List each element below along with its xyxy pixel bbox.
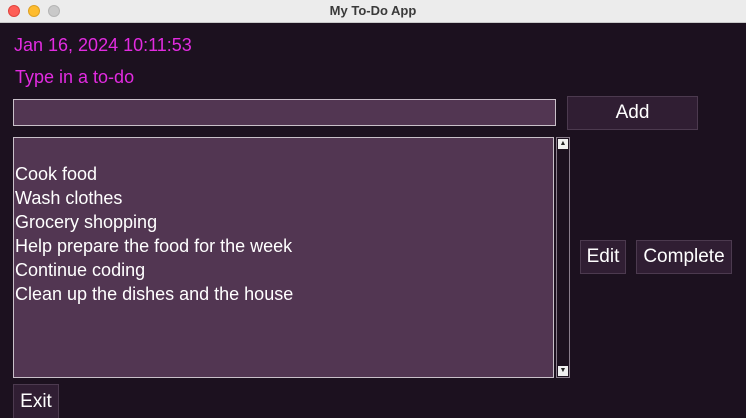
- edit-button[interactable]: Edit: [580, 240, 626, 274]
- exit-button[interactable]: Exit: [13, 384, 59, 418]
- window-titlebar: My To-Do App: [0, 0, 746, 23]
- window-title: My To-Do App: [329, 3, 417, 18]
- todo-list[interactable]: Cook food Wash clothes Grocery shopping Hel…: [13, 137, 554, 378]
- add-button[interactable]: Add: [567, 96, 698, 130]
- todo-list-item[interactable]: Grocery shopping: [14, 210, 553, 234]
- todo-list-item[interactable]: Clean up the dishes and the house: [14, 282, 553, 306]
- scroll-up-icon[interactable]: ▲: [558, 139, 568, 149]
- todo-list-item[interactable]: Help prepare the food for the week: [14, 234, 553, 258]
- todo-list-item[interactable]: Wash clothes: [14, 186, 553, 210]
- scroll-track[interactable]: [558, 151, 568, 364]
- todo-list-scrollbar[interactable]: ▲ ▼: [556, 137, 570, 378]
- todo-prompt-label: Type in a to-do: [15, 67, 135, 87]
- todo-input[interactable]: [13, 99, 556, 126]
- date-time-label: Jan 16, 2024 10:11:53: [14, 35, 192, 55]
- todo-list-item[interactable]: Cook food: [14, 162, 553, 186]
- scroll-down-icon[interactable]: ▼: [558, 366, 568, 376]
- todo-list-item[interactable]: Continue coding: [14, 258, 553, 282]
- complete-button[interactable]: Complete: [636, 240, 732, 274]
